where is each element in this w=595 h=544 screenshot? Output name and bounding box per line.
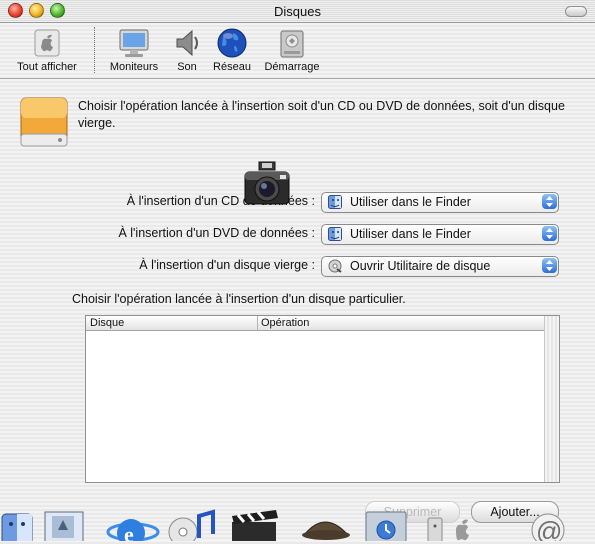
- toolbar-label: Moniteurs: [109, 61, 159, 73]
- toolbar-toggle-button[interactable]: [565, 6, 587, 17]
- blank-disk-insert-label: À l'insertion d'un disque vierge :: [139, 258, 315, 272]
- column-divider: [257, 316, 258, 330]
- globe-icon: [215, 27, 249, 59]
- title-bar: Disques: [0, 0, 595, 23]
- itunes-icon[interactable]: [165, 508, 221, 544]
- internet-explorer-icon[interactable]: e: [104, 508, 162, 544]
- disk-utility-icon: [328, 259, 342, 273]
- toolbar-item-show-all[interactable]: Tout afficher: [8, 27, 86, 73]
- dvd-action-value: Utiliser dans le Finder: [350, 227, 471, 241]
- particular-disk-text: Choisir l'opération lancée à l'insertion…: [72, 292, 406, 306]
- dock: e @: [0, 508, 595, 544]
- svg-text:e: e: [124, 522, 134, 541]
- chevron-updown-icon: [542, 194, 557, 209]
- cd-action-popup[interactable]: Utiliser dans le Finder: [321, 192, 559, 213]
- window-title: Disques: [274, 4, 321, 19]
- cd-action-value: Utiliser dans le Finder: [350, 195, 471, 209]
- finder-icon[interactable]: [0, 508, 34, 544]
- svg-text:@: @: [536, 516, 562, 541]
- system-preferences-icon[interactable]: [364, 508, 410, 544]
- chevron-updown-icon: [542, 258, 557, 273]
- toolbar-item-monitors[interactable]: Moniteurs: [105, 27, 163, 73]
- camera-icon: [242, 158, 292, 212]
- column-header-disk[interactable]: Disque: [90, 317, 124, 329]
- toolbar-label: Son: [177, 61, 197, 73]
- sherlock-icon[interactable]: [297, 508, 355, 544]
- intro-text: Choisir l'opération lancée à l'insertion…: [78, 99, 565, 130]
- imovie-icon[interactable]: [226, 508, 284, 544]
- finder-icon: [328, 227, 342, 241]
- apple-icon[interactable]: [424, 508, 480, 544]
- finder-icon: [328, 195, 342, 209]
- hard-disk-icon: [275, 27, 309, 59]
- toolbar-label: Réseau: [213, 61, 251, 73]
- dvd-action-popup[interactable]: Utiliser dans le Finder: [321, 224, 559, 245]
- blank-disk-action-popup[interactable]: Ouvrir Utilitaire de disque: [321, 256, 559, 277]
- apple-icon: [30, 27, 64, 59]
- toolbar-item-startup[interactable]: Démarrage: [260, 27, 324, 73]
- mail-icon[interactable]: [42, 508, 86, 544]
- toolbar-item-network[interactable]: Réseau: [210, 27, 254, 73]
- external-disk-icon: [19, 96, 69, 148]
- toolbar-item-sound[interactable]: Son: [170, 27, 204, 73]
- blank-disk-action-value: Ouvrir Utilitaire de disque: [350, 259, 491, 273]
- table-scrollbar[interactable]: [544, 316, 559, 482]
- table-header: Disque Opération: [86, 316, 559, 331]
- mail-at-icon[interactable]: @: [518, 508, 578, 544]
- column-header-operation[interactable]: Opération: [261, 317, 309, 329]
- toolbar-label: Démarrage: [264, 61, 320, 73]
- disk-actions-table[interactable]: Disque Opération: [85, 315, 560, 483]
- monitor-icon: [117, 27, 151, 59]
- toolbar: Tout afficher Moniteurs Son Réseau Démar…: [0, 23, 595, 79]
- toolbar-separator: [94, 27, 95, 73]
- toolbar-label: Tout afficher: [17, 61, 77, 73]
- speaker-icon: [170, 27, 204, 59]
- dvd-insert-label: À l'insertion d'un DVD de données :: [118, 226, 315, 240]
- chevron-updown-icon: [542, 226, 557, 241]
